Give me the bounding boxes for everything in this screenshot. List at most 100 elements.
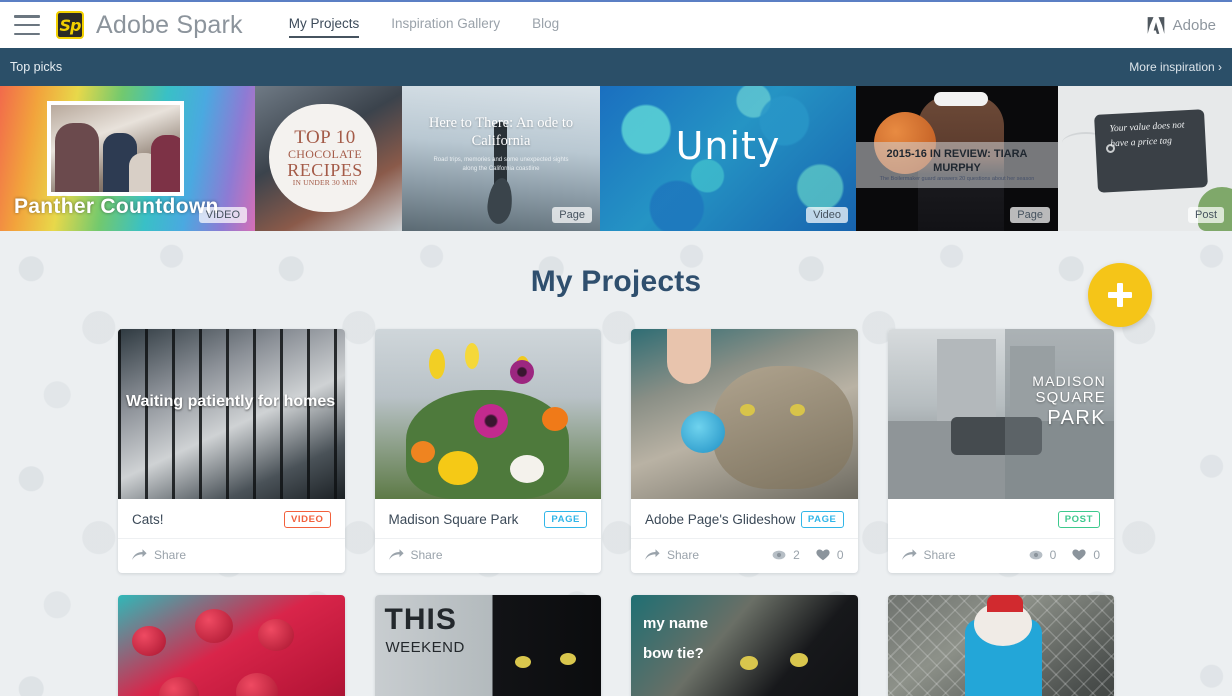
overlay-line-2: SQUARE [1035,389,1106,407]
share-arrow-icon [901,549,917,560]
carousel-item-here-to-there[interactable]: Here to There: An ode to California Road… [402,86,600,231]
project-meta: Adobe Page's Glideshow PAGE [631,499,858,538]
project-footer: Share 0 0 [887,538,1114,573]
cat-eye [739,656,758,671]
top-picks-carousel[interactable]: Panther Countdown VIDEO TOP 10 CHOCOLATE… [0,86,1232,231]
project-meta: Cats! VIDEO [118,499,345,538]
carousel-item-badge: VIDEO [198,207,247,223]
cat-eye [789,652,808,667]
chocolate-line-3: RECIPES [287,159,363,180]
project-type-badge: PAGE [800,511,844,528]
top-picks-bar: Top picks More inspiration › [0,48,1232,86]
view-count: 2 [772,548,800,562]
like-count-value: 0 [1093,548,1100,562]
brand-title: Adobe Spark [96,10,243,39]
project-thumbnail[interactable] [887,595,1114,696]
top-navigation-bar: Sp Adobe Spark My Projects Inspiration G… [0,0,1232,48]
more-inspiration-link[interactable]: More inspiration › [1129,60,1222,74]
project-thumbnail[interactable] [118,595,345,696]
project-thumbnail[interactable]: THIS WEEKEND [374,595,601,696]
share-arrow-icon [132,549,147,560]
nav-link-inspiration-gallery[interactable]: Inspiration Gallery [391,16,500,35]
carousel-item-subtitle: The Boilermaker guard answers 20 questio… [879,176,1035,182]
share-label: Share [410,548,443,562]
overlay-line-1: THIS [384,603,457,636]
cat-eye [739,403,755,416]
adobe-label: Adobe [1172,16,1216,34]
nav-link-my-projects[interactable]: My Projects [288,16,359,38]
eye-icon [772,550,786,560]
project-thumbnail[interactable] [631,329,858,499]
project-footer: Share [118,538,345,573]
cat-eye [789,403,805,416]
carousel-item-chocolate-recipes[interactable]: TOP 10 CHOCOLATE RECIPES IN UNDER 30 MIN [255,86,402,231]
project-meta: Madison Square Park PAGE [375,499,602,538]
project-card[interactable]: Waiting patiently for homes Cats! VIDEO … [118,329,345,573]
chocolate-line-4: IN UNDER 30 MIN [292,178,358,188]
project-card[interactable]: Madison Square Park PAGE Share [374,329,602,573]
carousel-item-badge: Page [552,207,592,223]
adobe-account-link[interactable]: Adobe [1146,16,1218,35]
carousel-item-panther-countdown[interactable]: Panther Countdown VIDEO [0,86,255,231]
project-stats: 0 0 [1029,548,1100,562]
carousel-item-badge: Page [1010,207,1050,223]
project-thumbnail[interactable]: MADISON SQUARE PARK [887,329,1114,499]
share-label: Share [923,548,956,562]
project-card[interactable] [887,595,1114,696]
primary-nav: My Projects Inspiration Gallery Blog [288,1,559,49]
carousel-item-badge: Video [806,207,848,223]
share-button[interactable]: Share [132,548,186,562]
project-thumbnail[interactable]: my name bow tie? [631,595,858,696]
share-label: Share [154,548,187,562]
share-button[interactable]: Share [388,548,443,562]
share-label: Share [667,548,700,562]
project-card[interactable]: MADISON SQUARE PARK POST Share 0 0 [887,329,1115,573]
project-thumbnail[interactable] [374,329,601,499]
carousel-item-title: Your value does not have a price tag [1109,120,1185,150]
overlay-line-1: my name [643,615,709,632]
thumbnail-overlay-text: MADISON SQUARE PARK [1032,373,1106,429]
carousel-item-title: Unity [675,124,781,168]
share-button[interactable]: Share [901,548,956,562]
carousel-item-title: Here to There: An ode to California [428,115,574,150]
adobe-spark-logo-icon[interactable]: Sp [56,11,84,39]
building-shape [937,339,997,421]
cage-bars-overlay [118,329,345,499]
thumbnail-overlay-text: Waiting patiently for homes [126,393,336,410]
project-meta: POST [888,499,1115,538]
project-stats: 2 0 [772,548,844,562]
share-button[interactable]: Share [645,548,699,562]
project-card[interactable]: THIS WEEKEND [374,595,601,696]
project-title: Cats! [132,512,164,527]
carousel-photo [47,101,184,196]
project-footer: Share 2 0 [631,538,858,573]
eye-icon [1029,550,1043,560]
carousel-item-title: 2015-16 IN REVIEW: TIARA MURPHY [886,148,1028,174]
project-card[interactable] [118,595,345,696]
nav-link-blog[interactable]: Blog [532,16,559,35]
project-card[interactable]: Adobe Page's Glideshow PAGE Share 2 0 [631,329,858,573]
hamburger-menu-icon[interactable] [14,15,40,35]
chocolate-line-1: TOP 10 [294,127,356,148]
project-card[interactable]: my name bow tie? [631,595,858,696]
carousel-item-price-tag[interactable]: Your value does not have a price tag Pos… [1058,86,1232,231]
clown-hat-shape [987,595,1024,612]
hand-shape [667,329,712,384]
carousel-item-tiara-murphy[interactable]: 2015-16 IN REVIEW: TIARA MURPHY The Boil… [856,86,1058,231]
cat-head-shape [712,366,853,489]
overlay-line-3: PARK [1047,406,1106,429]
cat-toy-shape [680,410,725,453]
main-content: My Projects Waiting patiently for homes … [0,231,1232,696]
overlay-line-2: bow tie? [643,645,704,662]
heart-icon [1072,549,1086,561]
project-thumbnail[interactable]: Waiting patiently for homes [118,329,345,499]
project-type-badge: VIDEO [283,511,331,528]
project-title: Madison Square Park [388,512,519,527]
carousel-item-unity[interactable]: Unity Video [600,86,856,231]
like-count: 0 [1072,548,1100,562]
overlay-line-1: MADISON [1032,373,1106,390]
like-count: 0 [816,548,844,562]
carousel-item-title: TOP 10 CHOCOLATE RECIPES IN UNDER 30 MIN [277,128,373,187]
create-project-button[interactable] [1088,263,1152,327]
carousel-headband [934,92,988,106]
